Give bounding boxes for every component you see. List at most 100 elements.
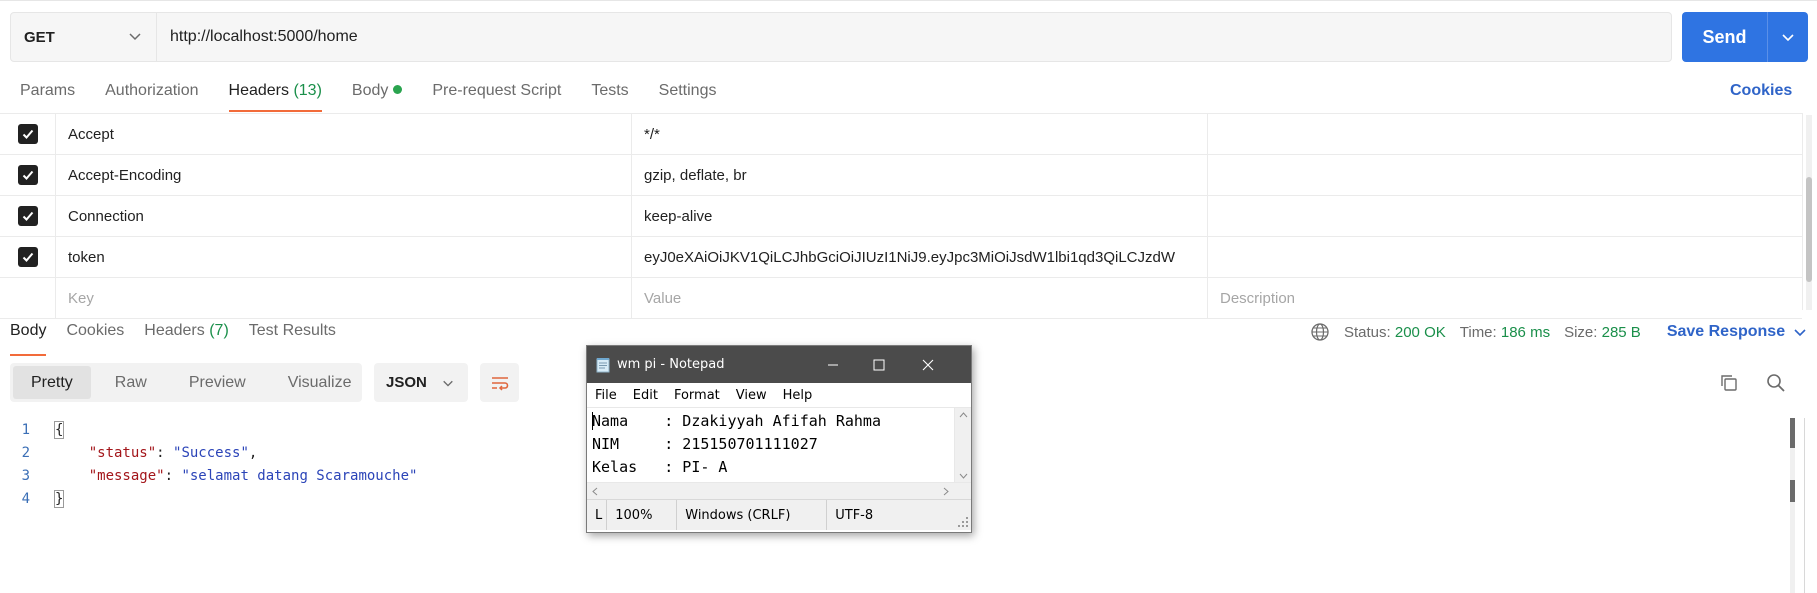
minimize-icon xyxy=(828,364,838,365)
header-description[interactable] xyxy=(1208,237,1802,277)
menu-edit[interactable]: Edit xyxy=(633,388,658,403)
value-placeholder[interactable]: Value xyxy=(632,278,1208,318)
row-checkbox[interactable] xyxy=(0,155,56,195)
tab-prerequest-script[interactable]: Pre-request Script xyxy=(432,82,561,112)
method-select[interactable]: GET xyxy=(11,13,157,61)
tab-response-cookies[interactable]: Cookies xyxy=(66,322,124,352)
time-label: Time: xyxy=(1459,323,1497,341)
tab-headers[interactable]: Headers (13) xyxy=(228,82,323,112)
send-button[interactable]: Send xyxy=(1682,12,1808,62)
resize-grip-icon[interactable] xyxy=(957,516,969,528)
wrap-lines-button[interactable] xyxy=(480,363,519,402)
header-key[interactable]: Accept xyxy=(56,114,632,154)
tab-settings[interactable]: Settings xyxy=(659,82,717,112)
line-number: 3 xyxy=(21,467,30,484)
tab-body[interactable]: Body xyxy=(352,82,403,112)
description-placeholder[interactable]: Description xyxy=(1208,278,1802,318)
scroll-down-icon[interactable] xyxy=(959,473,968,479)
checkbox-checked xyxy=(17,206,38,226)
row-checkbox[interactable] xyxy=(0,114,56,154)
minimize-button[interactable] xyxy=(810,346,856,383)
format-select[interactable]: JSON xyxy=(374,363,468,402)
tab-test-results[interactable]: Test Results xyxy=(249,322,336,352)
code-line: 2 "status": "Success", xyxy=(0,441,417,464)
save-response-button[interactable]: Save Response xyxy=(1667,323,1807,341)
time-value[interactable]: 186 ms xyxy=(1501,324,1550,341)
response-tabs: Body Cookies Headers (7) Test Results xyxy=(10,322,336,356)
notepad-text-area[interactable]: Nama : Dzakiyyah Afifah Rahma NIM : 2151… xyxy=(587,407,971,483)
request-tabs: Params Authorization Headers (13) Body P… xyxy=(20,82,716,112)
maximize-button[interactable] xyxy=(856,346,902,383)
json-key-message: "message" xyxy=(88,467,165,484)
status-info: Status: 200 OK xyxy=(1344,324,1446,341)
header-key[interactable]: token xyxy=(56,237,632,277)
scroll-right-icon[interactable] xyxy=(943,487,949,496)
notepad-titlebar[interactable]: wm pi - Notepad xyxy=(587,346,971,383)
notepad-horizontal-scrollbar[interactable] xyxy=(587,482,971,499)
code-line: 1 { xyxy=(0,418,417,441)
notepad-menubar: File Edit Format View Help xyxy=(587,383,971,407)
header-description[interactable] xyxy=(1208,196,1802,236)
row-checkbox[interactable] xyxy=(0,237,56,277)
tab-params[interactable]: Params xyxy=(20,82,75,112)
menu-view[interactable]: View xyxy=(736,388,767,403)
code-line: 3 "message": "selamat datang Scaramouche… xyxy=(0,464,418,487)
headers-scrollbar[interactable] xyxy=(1806,115,1812,310)
url-input[interactable]: http://localhost:5000/home xyxy=(157,13,1671,61)
mode-pretty[interactable]: Pretty xyxy=(13,366,91,399)
code-text: { xyxy=(53,420,65,439)
text-caret xyxy=(592,412,593,430)
check-icon xyxy=(22,252,33,262)
scroll-left-icon[interactable] xyxy=(592,487,598,496)
header-value[interactable]: gzip, deflate, br xyxy=(632,155,1208,195)
maximize-icon xyxy=(873,359,885,370)
scroll-up-icon[interactable] xyxy=(959,412,968,418)
table-row-new: Key Value Description xyxy=(0,278,1802,319)
scrollbar-thumb[interactable] xyxy=(1790,418,1795,448)
notepad-vertical-scrollbar[interactable] xyxy=(954,408,971,483)
scrollbar-thumb[interactable] xyxy=(1806,177,1812,282)
menu-file[interactable]: File xyxy=(595,388,617,403)
close-brace: } xyxy=(53,489,65,508)
header-value[interactable]: eyJ0eXAiOiJKV1QiLCJhbGciOiJIUzI1NiJ9.eyJ… xyxy=(632,237,1208,277)
tab-response-headers[interactable]: Headers (7) xyxy=(144,322,229,352)
text-line: NIM : 215150701111027 xyxy=(592,435,818,453)
send-options-button[interactable] xyxy=(1768,12,1808,62)
response-scrollbar[interactable] xyxy=(1790,418,1795,593)
menu-help[interactable]: Help xyxy=(783,388,813,403)
header-key[interactable]: Connection xyxy=(56,196,632,236)
header-description[interactable] xyxy=(1208,155,1802,195)
scrollbar-marker xyxy=(1790,480,1795,502)
tab-tests[interactable]: Tests xyxy=(591,82,628,112)
key-placeholder[interactable]: Key xyxy=(56,278,632,318)
row-checkbox[interactable] xyxy=(0,196,56,236)
table-row: Accept */* xyxy=(0,114,1802,155)
copy-icon[interactable] xyxy=(1719,373,1739,393)
close-button[interactable] xyxy=(905,346,951,383)
size-value[interactable]: 285 B xyxy=(1602,324,1641,341)
chevron-down-icon xyxy=(443,380,453,387)
cookies-link[interactable]: Cookies xyxy=(1730,82,1792,100)
mode-raw[interactable]: Raw xyxy=(97,366,165,399)
search-icon[interactable] xyxy=(1766,373,1786,393)
url-text: http://localhost:5000/home xyxy=(170,28,358,45)
status-value[interactable]: 200 OK xyxy=(1395,324,1446,341)
check-icon xyxy=(22,211,33,221)
header-description[interactable] xyxy=(1208,114,1802,154)
globe-icon[interactable] xyxy=(1310,322,1330,342)
tab-authorization[interactable]: Authorization xyxy=(105,82,198,112)
checkbox-checked xyxy=(17,247,38,267)
code-text: "status": "Success", xyxy=(88,444,258,461)
line-number: 2 xyxy=(21,444,30,461)
header-key[interactable]: Accept-Encoding xyxy=(56,155,632,195)
header-value[interactable]: */* xyxy=(632,114,1208,154)
mode-preview[interactable]: Preview xyxy=(171,366,264,399)
tab-response-body[interactable]: Body xyxy=(10,322,47,356)
response-body-editor[interactable]: 1 { 2 "status": "Success", 3 "message": … xyxy=(0,418,417,510)
menu-format[interactable]: Format xyxy=(674,388,720,403)
request-bar: GET http://localhost:5000/home xyxy=(10,12,1672,62)
mode-visualize[interactable]: Visualize xyxy=(270,366,370,399)
checkbox-checked xyxy=(17,165,38,185)
encoding: UTF-8 xyxy=(835,507,874,523)
header-value[interactable]: keep-alive xyxy=(632,196,1208,236)
